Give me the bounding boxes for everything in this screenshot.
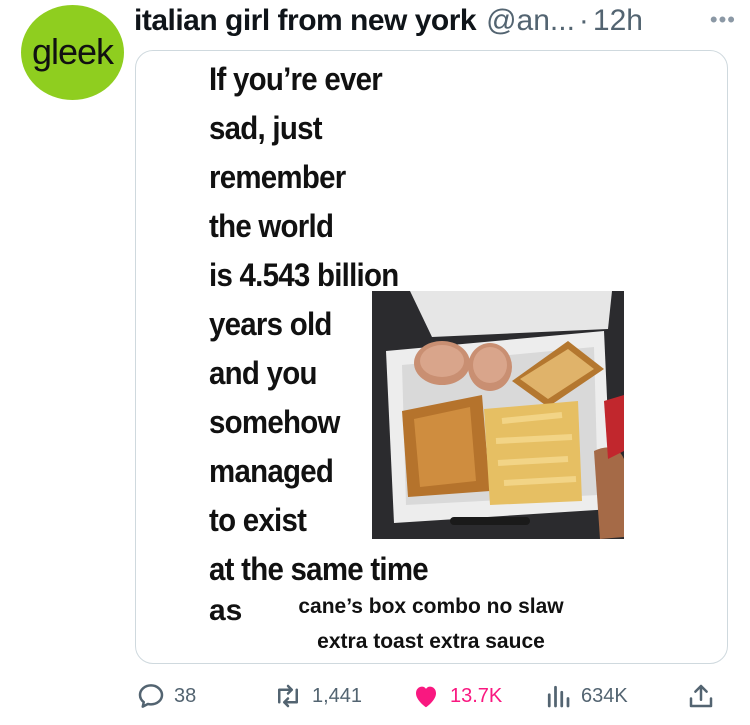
action-bar: 38 1,441 13.7K 634K — [0, 675, 750, 720]
avatar[interactable]: gleek — [21, 5, 124, 100]
combo-line: cane’s box combo no slaw — [298, 595, 564, 618]
share-button[interactable] — [686, 681, 724, 711]
author-name[interactable]: italian girl from new york — [134, 4, 477, 38]
more-options-icon[interactable]: ••• — [710, 7, 736, 33]
repost-count: 1,441 — [312, 684, 363, 707]
tweet-header: italian girl from new york @an... · 12h … — [134, 3, 736, 39]
views-count: 634K — [581, 684, 628, 707]
timestamp[interactable]: 12h — [593, 4, 643, 38]
combo-text: cane’s box combo no slaw extra toast ext… — [261, 589, 601, 659]
repost-button[interactable]: 1,441 — [272, 681, 362, 711]
meme-line: at the same time — [209, 551, 429, 587]
reply-count: 38 — [174, 684, 197, 707]
like-button[interactable]: 13.7K — [410, 681, 502, 711]
share-icon — [689, 684, 713, 708]
reply-icon — [138, 684, 164, 708]
meme-line: the world — [209, 208, 334, 244]
meme-line: sad, just — [209, 110, 323, 146]
meme-line: remember — [209, 159, 346, 195]
reply-button[interactable]: 38 — [136, 681, 196, 711]
views-icon — [547, 685, 570, 708]
food-photo — [372, 291, 624, 539]
avatar-text: gleek — [31, 30, 114, 72]
meme-line: If you’re ever — [209, 61, 383, 97]
repost-icon — [278, 684, 298, 708]
views-button[interactable]: 634K — [543, 681, 628, 711]
heart-icon — [416, 686, 436, 708]
combo-line: extra toast extra sauce — [317, 630, 545, 653]
tweet-media[interactable]: If you’re ever sad, just remember the wo… — [135, 50, 728, 664]
separator-dot: · — [578, 4, 589, 37]
author-handle[interactable]: @an... — [486, 4, 575, 38]
like-count: 13.7K — [450, 684, 503, 707]
meme-as-word: as — [209, 594, 243, 627]
